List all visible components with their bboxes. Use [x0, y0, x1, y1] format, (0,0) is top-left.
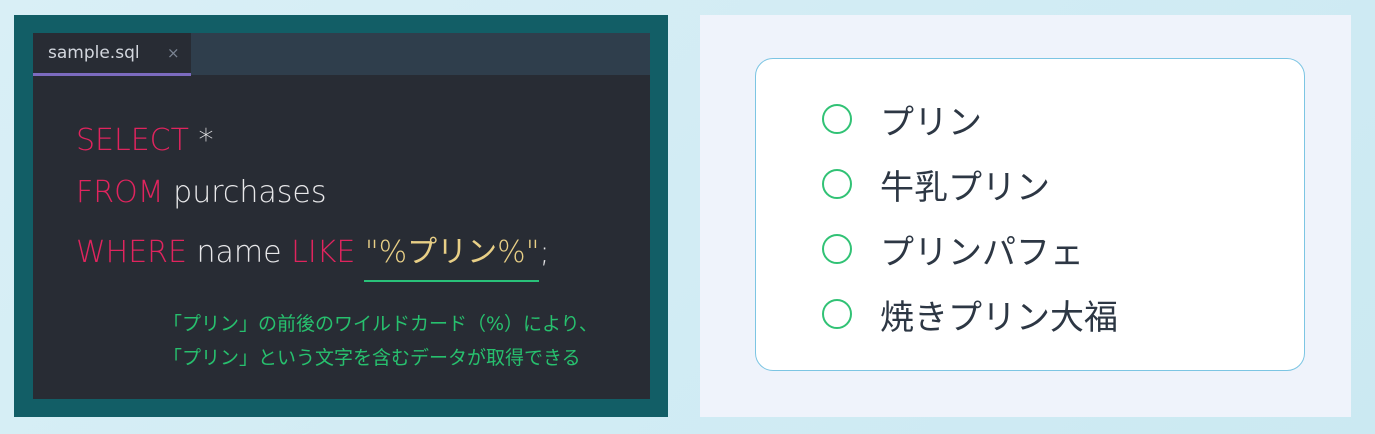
- sql-column-name: name: [186, 235, 292, 270]
- sql-pattern-string: "%プリン%": [355, 235, 540, 270]
- sql-semicolon: ;: [539, 235, 550, 270]
- sql-keyword-from: FROM: [76, 175, 164, 210]
- option-label: 牛乳プリン: [880, 168, 1050, 208]
- choice-card: プリン 牛乳プリン プリンパフェ 焼きプリン大福: [755, 58, 1305, 371]
- code-editor: sample.sql × SELECT * FROM purchases WHE…: [33, 33, 650, 399]
- close-icon[interactable]: ×: [167, 44, 180, 62]
- editor-frame: sample.sql × SELECT * FROM purchases WHE…: [14, 15, 668, 417]
- tab-bar: sample.sql ×: [33, 33, 650, 76]
- code-line-1: SELECT *: [76, 123, 214, 158]
- radio-circle-icon[interactable]: [822, 104, 852, 134]
- sql-keyword-where: WHERE: [76, 235, 187, 270]
- sql-table-name: purchases: [163, 175, 327, 210]
- sql-select-columns: *: [188, 123, 214, 158]
- tab-sample-sql[interactable]: sample.sql ×: [33, 33, 191, 76]
- annotation-line-1: 「プリン」の前後のワイルドカード（%）により、: [163, 313, 598, 335]
- radio-circle-icon[interactable]: [822, 234, 852, 264]
- code-line-2: FROM purchases: [76, 175, 327, 210]
- tab-label: sample.sql: [48, 43, 140, 63]
- sql-keyword-like: LIKE: [291, 235, 356, 270]
- option-label: プリンパフェ: [880, 233, 1084, 273]
- sql-keyword-select: SELECT: [76, 123, 189, 158]
- radio-circle-icon[interactable]: [822, 169, 852, 199]
- option-label: 焼きプリン大福: [880, 298, 1118, 338]
- code-line-3: WHERE name LIKE "%プリン%";: [76, 227, 550, 271]
- annotation-line-2: 「プリン」という文字を含むデータが取得できる: [163, 347, 581, 369]
- pattern-underline: [364, 280, 539, 282]
- choice-panel: プリン 牛乳プリン プリンパフェ 焼きプリン大福: [700, 15, 1351, 417]
- option-label: プリン: [880, 103, 982, 143]
- radio-circle-icon[interactable]: [822, 299, 852, 329]
